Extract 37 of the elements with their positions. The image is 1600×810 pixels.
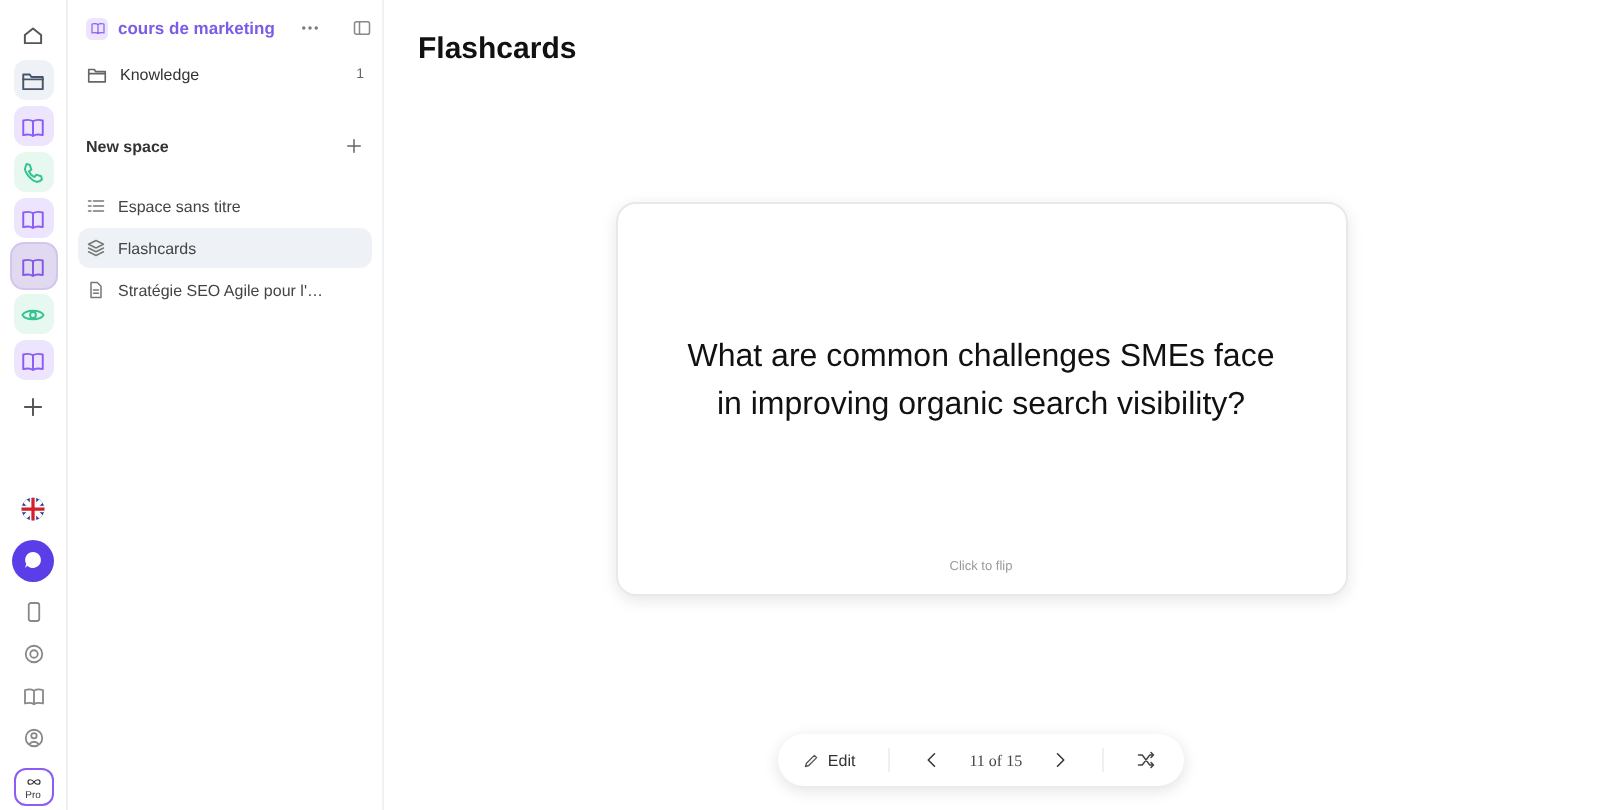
rail-button[interactable] [13, 198, 53, 238]
book-icon [89, 20, 105, 36]
sidebar-toggle-icon [352, 18, 372, 38]
rail-button[interactable] [11, 244, 55, 288]
rail-button[interactable] [13, 106, 53, 146]
user-icon [21, 726, 45, 750]
infinity-icon [25, 773, 41, 789]
sidebar-item[interactable]: Flashcards [78, 228, 372, 268]
phone-icon [20, 159, 46, 185]
card-question: What are common challenges SMEs face in improving organic search visibility? [685, 338, 1277, 426]
pencil-icon [801, 751, 820, 769]
sidebar-item[interactable]: Espace sans titre [78, 186, 372, 226]
section-heading: New space [86, 137, 169, 155]
flag-icon[interactable] [20, 496, 46, 522]
card-position: 11 of 15 [969, 751, 1023, 769]
book-icon [20, 253, 46, 279]
book-icon [20, 205, 46, 231]
lifebuoy-icon [21, 642, 45, 666]
shuffle-icon [1136, 750, 1157, 770]
book-icon [20, 113, 46, 139]
layers-icon [86, 238, 106, 258]
plus-icon [344, 136, 364, 156]
item-label: Knowledge [120, 65, 202, 83]
rail-button[interactable] [13, 60, 53, 100]
plus-icon [20, 393, 46, 419]
chat-button[interactable] [12, 540, 54, 582]
document-icon [86, 280, 106, 300]
workspace-title[interactable]: cours de marketing [118, 18, 290, 38]
rail-button[interactable] [13, 340, 53, 380]
list-icon [86, 196, 106, 216]
page-title: Flashcards [418, 32, 579, 70]
book-icon [21, 684, 45, 708]
book-icon [20, 347, 46, 373]
folder-icon [86, 63, 108, 85]
sidebar-item[interactable]: Stratégie SEO Agile pour l'… [78, 270, 372, 310]
shuffle-button[interactable] [1136, 750, 1157, 770]
edit-button[interactable]: Edit [801, 751, 856, 769]
